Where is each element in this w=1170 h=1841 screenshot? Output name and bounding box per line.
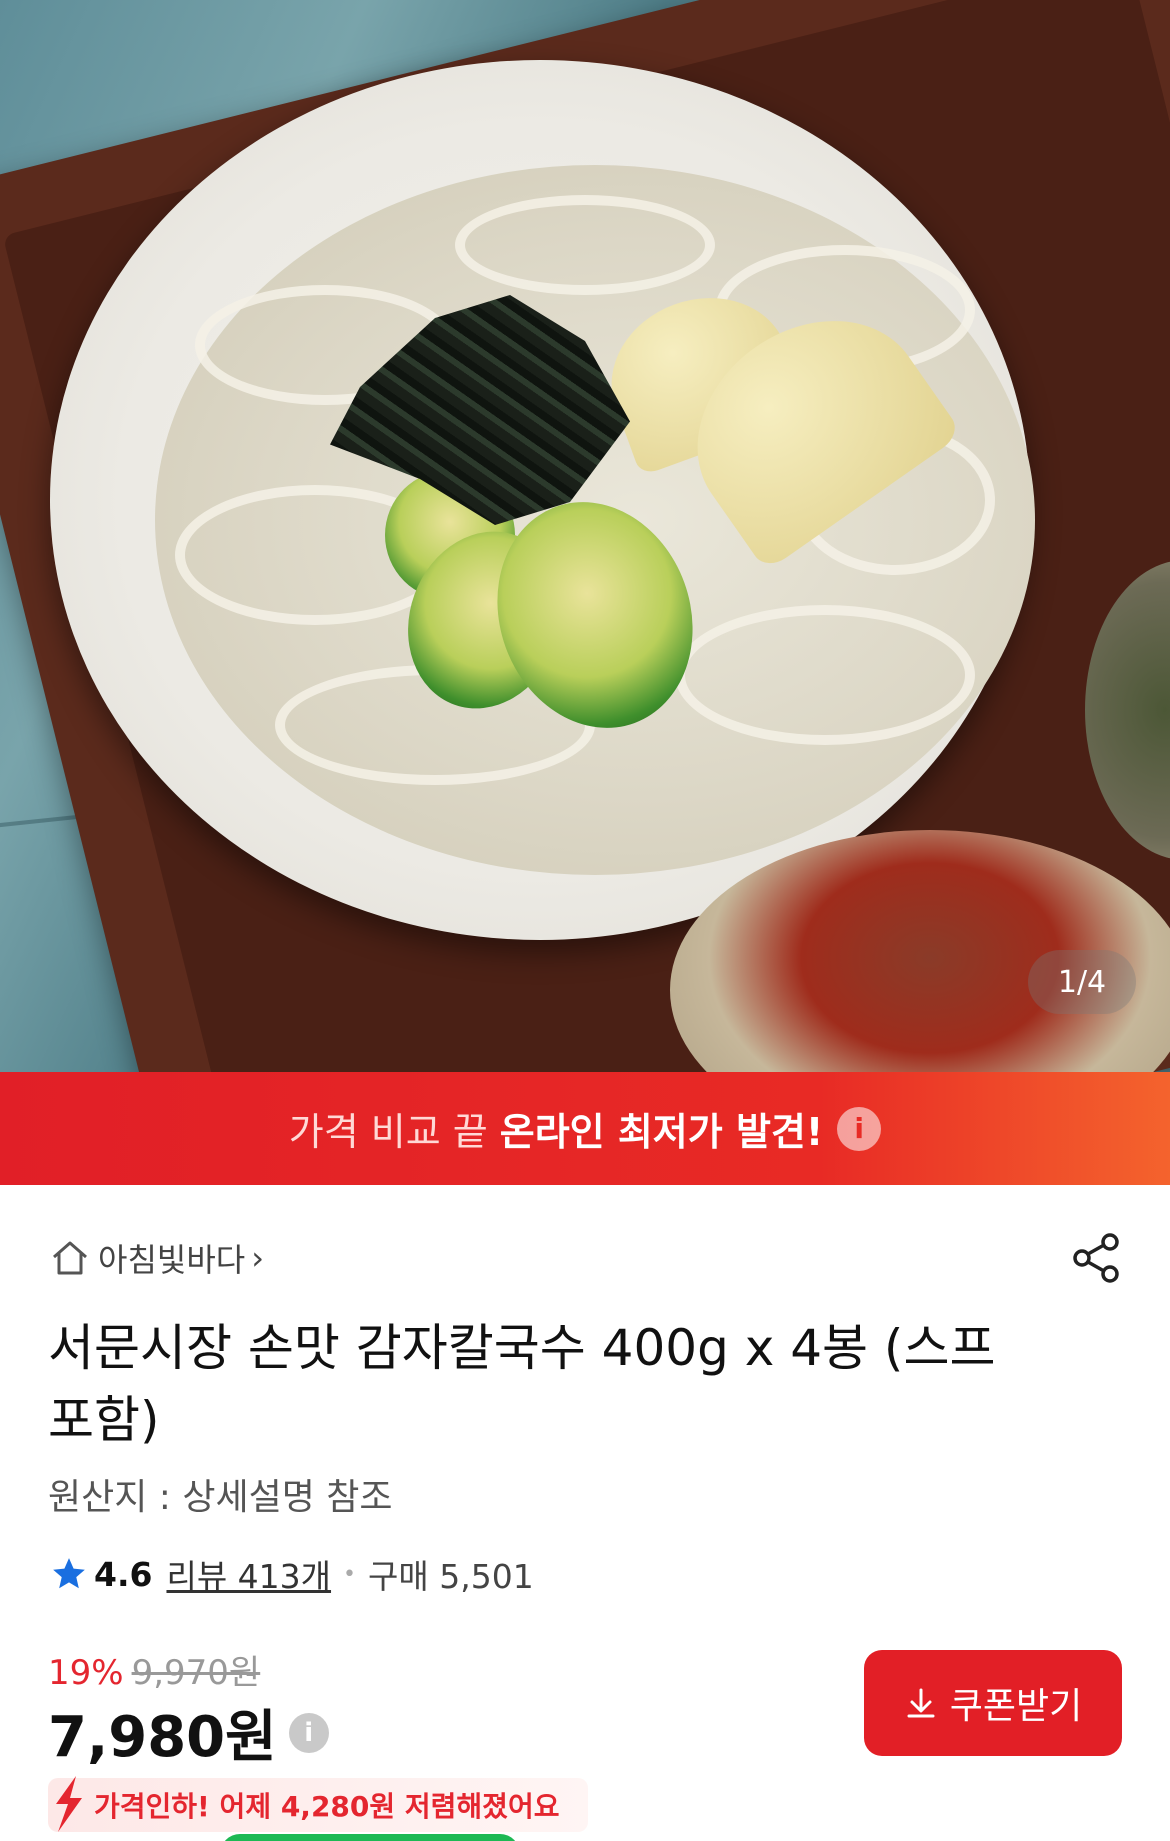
coupon-label: 쿠폰받기 [949, 1685, 1083, 1726]
product-image-gallery[interactable]: 1/4 [0, 0, 1170, 1072]
coupon-button[interactable]: 쿠폰받기 [864, 1650, 1122, 1756]
chevron-right-icon: › [251, 1239, 264, 1277]
price-row: 7,980원 i [48, 1692, 329, 1773]
price-info-icon[interactable]: i [288, 1712, 329, 1753]
bottom-action-peek[interactable] [220, 1834, 520, 1841]
download-icon [907, 1688, 935, 1718]
discount-row: 19% 9,970원 [48, 1645, 260, 1694]
separator-dot: • [343, 1561, 357, 1587]
store-link[interactable]: 아침빛바다 › [50, 1235, 264, 1281]
price-down-arrow-icon [56, 1776, 82, 1832]
rating-row: 4.6 리뷰 413개 • 구매 5,501 [50, 1550, 534, 1598]
rating-score: 4.6 [94, 1554, 153, 1594]
price-drop-notice: 가격인하! 어제 4,280원 저렴해졌어요 [48, 1776, 588, 1832]
lowest-price-banner[interactable]: 가격 비교 끝 온라인 최저가 발견! i [0, 1072, 1170, 1185]
discount-percent: 19% [48, 1653, 124, 1693]
sale-price: 7,980원 [48, 1705, 277, 1770]
product-title: 서문시장 손맛 감자칼국수 400g x 4봉 (스프포함) [48, 1319, 996, 1449]
home-icon [53, 1241, 87, 1275]
reviews-link[interactable]: 리뷰 413개 [166, 1550, 331, 1598]
banner-prefix: 가격 비교 끝 [288, 1110, 488, 1154]
gallery-counter: 1/4 [1028, 950, 1136, 1014]
store-name: 아침빛바다 [98, 1241, 246, 1279]
info-icon[interactable]: i [837, 1106, 882, 1151]
purchase-count: 구매 5,501 [368, 1557, 534, 1596]
star-icon [53, 1558, 85, 1589]
product-origin: 원산지 : 상세설명 참조 [48, 1477, 393, 1518]
price-drop-text: 가격인하! 어제 4,280원 저렴해졌어요 [94, 1790, 560, 1823]
original-price: 9,970원 [131, 1653, 261, 1693]
share-icon[interactable] [1068, 1230, 1124, 1286]
banner-highlight: 온라인 최저가 발견! [499, 1110, 824, 1154]
